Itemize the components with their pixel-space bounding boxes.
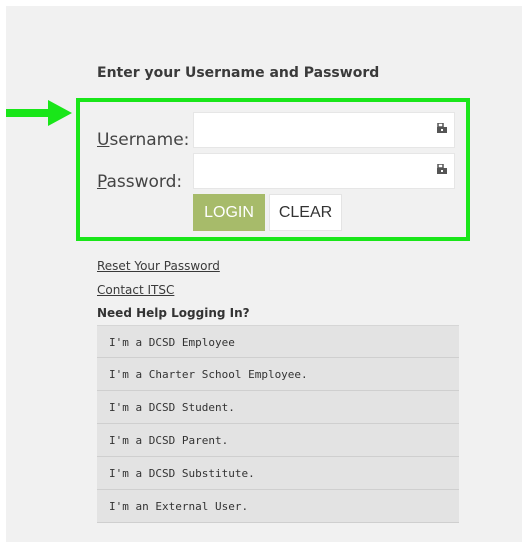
help-option-dcsd-employee[interactable]: I'm a DCSD Employee xyxy=(97,325,459,358)
help-heading: Need Help Logging In? xyxy=(97,306,250,320)
help-option-external-user[interactable]: I'm an External User. xyxy=(97,490,459,523)
help-option-dcsd-student[interactable]: I'm a DCSD Student. xyxy=(97,391,459,424)
username-input[interactable] xyxy=(193,112,455,148)
contact-itsc-link[interactable]: Contact ITSC xyxy=(97,283,174,297)
password-label: Password: xyxy=(97,172,183,192)
password-input[interactable] xyxy=(193,153,455,189)
login-button[interactable]: LOGIN xyxy=(193,194,265,231)
key-icon xyxy=(437,164,447,174)
reset-password-link[interactable]: Reset Your Password xyxy=(97,259,220,273)
page-title: Enter your Username and Password xyxy=(97,65,380,81)
help-option-dcsd-substitute[interactable]: I'm a DCSD Substitute. xyxy=(97,457,459,490)
help-option-charter-employee[interactable]: I'm a Charter School Employee. xyxy=(97,358,459,391)
help-options-list: I'm a DCSD Employee I'm a Charter School… xyxy=(97,325,459,523)
help-option-dcsd-parent[interactable]: I'm a DCSD Parent. xyxy=(97,424,459,457)
clear-button[interactable]: CLEAR xyxy=(269,194,342,231)
key-icon xyxy=(437,123,447,133)
arrow-right-icon xyxy=(6,100,72,126)
username-label: Username: xyxy=(97,130,190,150)
